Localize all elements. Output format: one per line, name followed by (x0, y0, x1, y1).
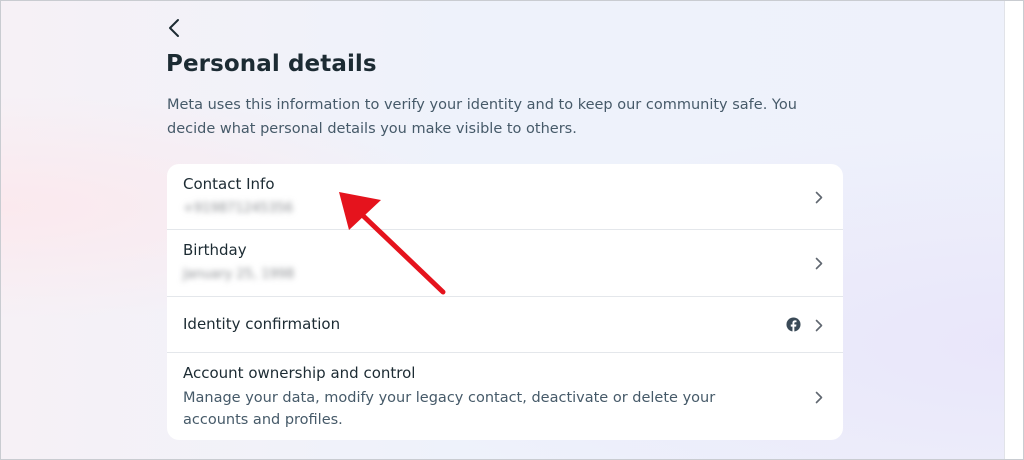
account-ownership-label: Account ownership and control (183, 364, 416, 382)
page-title: Personal details (166, 51, 377, 77)
account-ownership-row[interactable]: Account ownership and control Manage you… (167, 353, 843, 440)
page-description: Meta uses this information to verify you… (167, 97, 797, 137)
identity-confirmation-row[interactable]: Identity confirmation (167, 297, 843, 353)
birthday-row[interactable]: Birthday January 25, 1998 (167, 230, 843, 297)
facebook-icon (786, 317, 801, 332)
chevron-right-icon (813, 256, 825, 270)
personal-details-page: Personal details Meta uses this informat… (0, 0, 1024, 460)
scrollbar[interactable] (1004, 1, 1023, 459)
account-ownership-description: Manage your data, modify your legacy con… (183, 390, 716, 428)
chevron-right-icon (813, 318, 825, 332)
contact-info-row[interactable]: Contact Info +919871245356 (167, 164, 843, 230)
chevron-right-icon (813, 390, 825, 404)
birthday-value: January 25, 1998 (183, 267, 295, 282)
identity-confirmation-label: Identity confirmation (183, 315, 341, 333)
contact-info-value: +919871245356 (183, 201, 294, 216)
chevron-left-icon (169, 19, 179, 37)
chevron-right-icon (813, 190, 825, 204)
back-button[interactable] (163, 15, 185, 41)
contact-info-label: Contact Info (183, 175, 275, 193)
birthday-label: Birthday (183, 241, 247, 259)
personal-details-card: Contact Info +919871245356 Birthday Janu… (167, 164, 843, 440)
